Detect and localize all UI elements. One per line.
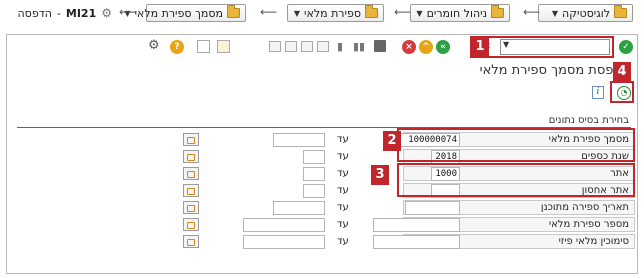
multiple-selection-icon[interactable] xyxy=(183,218,199,231)
callout-badge-4: 4 xyxy=(613,62,631,82)
application-toolbar: ◔ i xyxy=(7,83,637,101)
to-label: עד xyxy=(337,151,349,162)
callout-badge-2: 2 xyxy=(383,131,401,151)
folder-icon xyxy=(365,5,378,18)
folder-icon xyxy=(227,5,240,18)
callout-frame-2 xyxy=(397,128,635,162)
arrow-left-icon: ⟵ xyxy=(260,5,278,19)
folder-icon xyxy=(491,5,504,18)
arrow-left-icon: ⟵ xyxy=(394,5,412,19)
folder-icon xyxy=(614,5,627,18)
previous-page-icon[interactable] xyxy=(285,41,297,52)
selection-row-inventory-number: מספר ספירת מלאי עד xyxy=(7,217,637,234)
chevron-down-icon: ▼ xyxy=(416,8,423,18)
planned-count-date-from-input[interactable] xyxy=(405,201,460,215)
multiple-selection-icon[interactable] xyxy=(183,235,199,248)
breadcrumb-label: מסמך ספירת מלאי xyxy=(134,6,223,20)
callout-frame-1 xyxy=(470,36,614,58)
to-label: עד xyxy=(337,202,349,213)
to-label: עד xyxy=(337,185,349,196)
breadcrumb-item-materials-management[interactable]: ניהול חומרים ▼ xyxy=(410,4,510,22)
field-label: תאריך ספירה מתוכנן xyxy=(540,202,629,213)
inventory-number-from-input[interactable] xyxy=(373,218,460,232)
transaction-code: MI21 xyxy=(65,6,97,20)
callout-frame-3 xyxy=(397,163,635,197)
to-label: עד xyxy=(337,168,349,179)
breadcrumb-item-inventory-document[interactable]: מסמך ספירת מלאי ▼ xyxy=(124,4,246,22)
fiscal-year-to-input[interactable] xyxy=(303,150,325,164)
title-bar: הדפסת מסמך ספירת מלאי xyxy=(7,61,637,81)
enter-check-icon[interactable]: ✓ xyxy=(619,40,633,54)
breadcrumb-label: לוגיסטיקה xyxy=(562,6,610,20)
multiple-selection-icon[interactable] xyxy=(183,184,199,197)
field-label: מספר ספירת מלאי xyxy=(548,219,629,230)
help-icon[interactable]: ? xyxy=(170,40,184,54)
multiple-selection-icon[interactable] xyxy=(183,150,199,163)
gear-icon: ⚙ xyxy=(101,6,112,20)
breadcrumb-item-physical-inventory[interactable]: ספירת מלאי ▼ xyxy=(287,4,384,22)
chevron-down-icon: ▼ xyxy=(293,8,301,18)
multiple-selection-icon[interactable] xyxy=(183,167,199,180)
callout-badge-3: 3 xyxy=(371,165,389,185)
cancel-icon[interactable]: × xyxy=(402,40,416,54)
planned-count-date-to-input[interactable] xyxy=(273,201,325,215)
create-shortcut-icon[interactable] xyxy=(217,40,230,53)
to-label: עד xyxy=(337,134,349,145)
to-label: עד xyxy=(337,219,349,230)
to-label: עד xyxy=(337,236,349,247)
last-page-icon[interactable] xyxy=(317,41,329,52)
plant-to-input[interactable] xyxy=(303,167,325,181)
exit-icon[interactable]: ^ xyxy=(419,40,433,54)
selection-row-physical-inventory-reference: סימוכין מלאי פיזי עד xyxy=(7,234,637,251)
breadcrumb-final-transaction[interactable]: ⚙ MI21 - הדפסה xyxy=(8,4,113,22)
multiple-selection-icon[interactable] xyxy=(183,133,199,146)
new-session-icon[interactable] xyxy=(197,40,210,53)
page-title: הדפסת מסמך ספירת מלאי xyxy=(479,63,629,78)
print-icon[interactable] xyxy=(374,40,386,52)
multiple-selection-icon[interactable] xyxy=(183,201,199,214)
arrow-left-icon: ⟵ xyxy=(523,5,541,19)
find-next-icon[interactable]: ▮▮ xyxy=(353,40,365,53)
arrow-left-icon: ⟵ xyxy=(119,5,137,19)
storage-location-to-input[interactable] xyxy=(303,184,325,198)
transaction-name: הדפסה xyxy=(17,6,52,20)
breadcrumb-item-logistics[interactable]: לוגיסטיקה ▼ xyxy=(538,4,633,22)
inventory-document-to-input[interactable] xyxy=(273,133,325,147)
next-page-icon[interactable] xyxy=(301,41,313,52)
physical-inventory-reference-from-input[interactable] xyxy=(373,235,460,249)
field-label: סימוכין מלאי פיזי xyxy=(558,236,629,247)
settings-gear-icon[interactable]: ⚙ xyxy=(148,38,160,53)
info-icon[interactable]: i xyxy=(592,86,604,99)
section-title: בחירת בסיס נתונים xyxy=(548,115,629,126)
physical-inventory-reference-to-input[interactable] xyxy=(243,235,325,249)
first-page-icon[interactable] xyxy=(269,41,281,52)
chevron-down-icon: ▼ xyxy=(551,8,559,18)
breadcrumb-separator: - xyxy=(56,6,61,20)
back-icon[interactable]: « xyxy=(436,40,450,54)
breadcrumb-label: ספירת מלאי xyxy=(304,6,361,20)
find-icon[interactable]: ▮ xyxy=(337,40,343,53)
breadcrumb-label: ניהול חומרים xyxy=(426,6,487,20)
inventory-number-to-input[interactable] xyxy=(243,218,325,232)
selection-row-planned-count-date: תאריך ספירה מתוכנן עד xyxy=(7,200,637,217)
callout-badge-1: 1 xyxy=(471,37,489,57)
callout-frame-4 xyxy=(610,81,634,103)
